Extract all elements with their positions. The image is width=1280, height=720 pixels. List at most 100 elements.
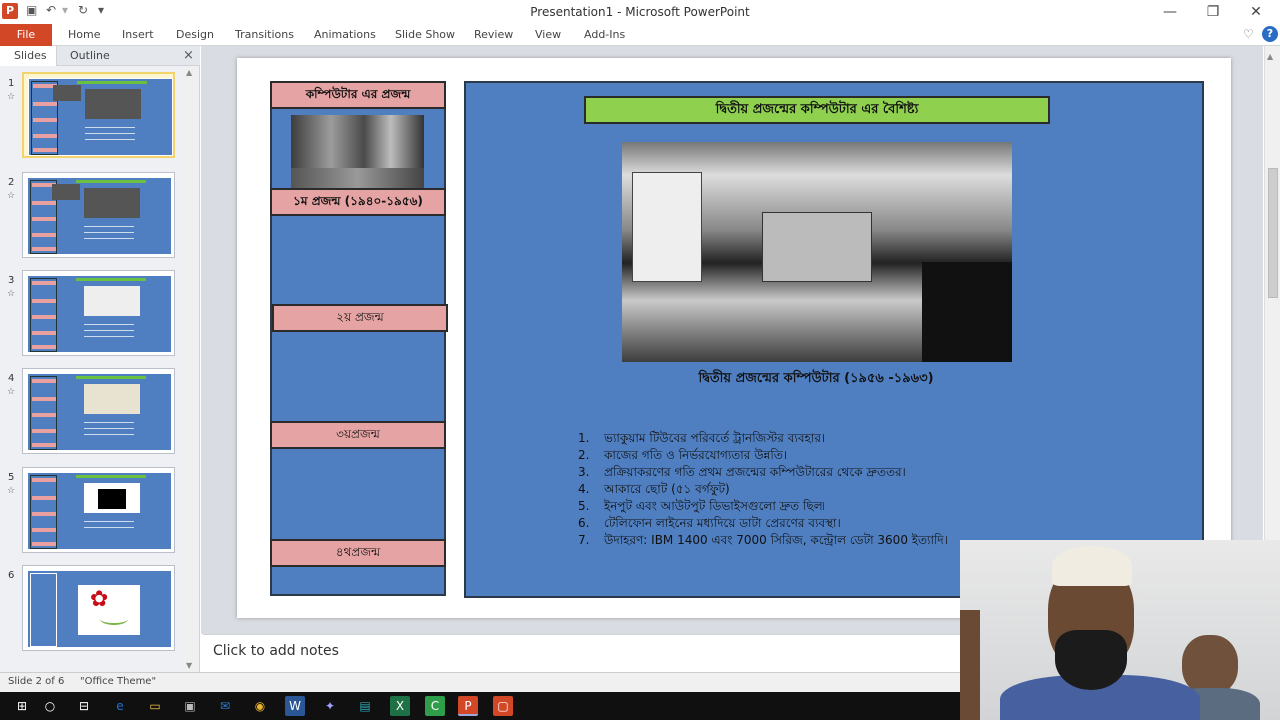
thumb-bar bbox=[76, 475, 146, 478]
second-generation-photo[interactable] bbox=[622, 142, 1012, 362]
slide-number: 4 bbox=[8, 373, 15, 384]
help-icon[interactable]: ? bbox=[1262, 26, 1278, 42]
start-icon[interactable]: ⊞ bbox=[12, 696, 32, 716]
animation-star-icon: ☆ bbox=[7, 289, 16, 299]
tab-view[interactable]: View bbox=[535, 28, 561, 41]
mail-icon[interactable]: ✉ bbox=[215, 696, 235, 716]
animation-star-icon: ☆ bbox=[7, 92, 16, 102]
restore-button[interactable]: ❐ bbox=[1193, 2, 1233, 22]
tab-design[interactable]: Design bbox=[176, 28, 214, 41]
minimize-ribbon-icon[interactable]: ♡ bbox=[1243, 27, 1254, 41]
slide-number: 3 bbox=[8, 275, 15, 286]
animation-star-icon: ☆ bbox=[7, 387, 16, 397]
minimize-button[interactable]: — bbox=[1150, 2, 1190, 22]
recorder-icon[interactable]: ▢ bbox=[493, 696, 513, 716]
thumb-content bbox=[27, 177, 172, 255]
second-generation-label[interactable]: ২য় প্রজন্ম bbox=[272, 304, 448, 332]
thumb-line bbox=[84, 336, 134, 337]
list-item: 6. টেলিফোন লাইনের মধ্যদিয়ে ডাটা প্রেরণের… bbox=[578, 516, 841, 530]
slide-number: 1 bbox=[8, 78, 15, 89]
paint-icon[interactable]: ✦ bbox=[320, 696, 340, 716]
slide-thumbnail-5[interactable] bbox=[22, 467, 175, 553]
slide-number: 6 bbox=[8, 570, 15, 581]
tab-transitions[interactable]: Transitions bbox=[235, 28, 294, 41]
thumb-content bbox=[28, 78, 173, 156]
notepad-icon[interactable]: ▤ bbox=[355, 696, 375, 716]
thumb-pic bbox=[84, 188, 140, 218]
tab-file[interactable]: File bbox=[0, 24, 52, 46]
powerpoint-taskbar-icon[interactable]: P bbox=[458, 696, 478, 716]
camtasia-icon[interactable]: C bbox=[425, 696, 445, 716]
edge-icon[interactable]: e bbox=[110, 696, 130, 716]
thumb-content bbox=[27, 275, 172, 353]
theme-name[interactable]: "Office Theme" bbox=[80, 676, 156, 687]
thumb-bar bbox=[76, 278, 146, 281]
list-item: 2. কাজের গতি ও নির্ভরযোগ্যতার উন্নতি। bbox=[578, 448, 788, 462]
thumb-column bbox=[30, 475, 57, 549]
close-button[interactable]: ✕ bbox=[1236, 2, 1276, 22]
feature-list[interactable]: 1. ভ্যাকুয়াম টিউবের পরিবর্তে ট্রানজিস্টর… bbox=[578, 430, 998, 549]
tab-outline[interactable]: Outline bbox=[70, 49, 110, 62]
window-title: Presentation1 - Microsoft PowerPoint bbox=[530, 5, 750, 19]
thumb-pic bbox=[84, 286, 140, 316]
thumb-pic bbox=[52, 184, 80, 200]
thumb-pic bbox=[84, 483, 140, 513]
tab-add-ins[interactable]: Add-Ins bbox=[584, 28, 625, 41]
slide-canvas[interactable]: কম্পিউটার এর প্রজন্ম ১ম প্রজন্ম (১৯৪০-১৯… bbox=[237, 58, 1231, 618]
list-item: 7. উদাহরণ: IBM 1400 এবং 7000 সিরিজ, কন্ট্… bbox=[578, 533, 948, 547]
tab-insert[interactable]: Insert bbox=[122, 28, 154, 41]
first-generation-photo[interactable] bbox=[291, 115, 424, 188]
thumb-bar bbox=[76, 180, 146, 183]
webcam-overlay bbox=[960, 540, 1280, 720]
fourth-generation-label[interactable]: ৪থপ্রজন্ম bbox=[270, 539, 446, 567]
tab-slide-show[interactable]: Slide Show bbox=[395, 28, 455, 41]
third-generation-label[interactable]: ৩য়প্রজন্ম bbox=[270, 421, 446, 449]
notes-placeholder: Click to add notes bbox=[213, 643, 339, 659]
thumb-bar bbox=[77, 81, 147, 84]
slide-thumbnail-6[interactable]: ✿ bbox=[22, 565, 175, 651]
thumb-line bbox=[85, 127, 135, 128]
list-item: 4. আকারে ছোট (৫১ বর্গফুট) bbox=[578, 482, 730, 496]
chrome-icon[interactable]: ◉ bbox=[250, 696, 270, 716]
thumb-column bbox=[30, 376, 57, 450]
thumb-content: ✿ bbox=[27, 570, 172, 648]
generations-title[interactable]: কম্পিউটার এর প্রজন্ম bbox=[270, 81, 446, 109]
ribbon-tabs: File Home Insert Design Transitions Anim… bbox=[0, 24, 1280, 46]
thumb-pic bbox=[84, 384, 140, 414]
slides-panel: Slides Outline × 1 ☆ 2 ☆ 3 ☆ 4 ☆ 5 ☆ 6 ✿… bbox=[0, 46, 200, 672]
file-explorer-icon[interactable]: ▭ bbox=[145, 696, 165, 716]
slide-number: 2 bbox=[8, 177, 15, 188]
thumb-line bbox=[85, 133, 135, 134]
thumb-line bbox=[84, 324, 134, 325]
slide-thumbnail-3[interactable] bbox=[22, 270, 175, 356]
photo-caption: দ্বিতীয় প্রজন্মের কম্পিউটার (১৯৫৬ -১৯৬৩… bbox=[698, 371, 934, 386]
slide-number: 5 bbox=[8, 472, 15, 483]
slide-thumbnail-4[interactable] bbox=[22, 368, 175, 454]
animation-star-icon: ☆ bbox=[7, 486, 16, 496]
store-icon[interactable]: ▣ bbox=[180, 696, 200, 716]
thumb-line bbox=[84, 527, 134, 528]
tab-animations[interactable]: Animations bbox=[314, 28, 376, 41]
tab-slides[interactable]: Slides bbox=[14, 49, 47, 62]
tab-home[interactable]: Home bbox=[68, 28, 100, 41]
title-bar: P ▣ ↶ ▾ ↻ ▾ Presentation1 - Microsoft Po… bbox=[0, 0, 1280, 24]
slide-indicator: Slide 2 of 6 bbox=[8, 676, 65, 687]
thumb-line bbox=[84, 428, 134, 429]
animation-star-icon: ☆ bbox=[7, 191, 16, 201]
thumb-line bbox=[84, 422, 134, 423]
second-generation-panel: দ্বিতীয় প্রজন্মের কম্পিউটার এর বৈশিষ্ট্… bbox=[464, 81, 1204, 598]
close-panel-icon[interactable]: × bbox=[183, 48, 194, 63]
panel-scrollbar[interactable]: ▲ ▼ bbox=[184, 66, 198, 672]
word-icon[interactable]: W bbox=[285, 696, 305, 716]
thumb-pic bbox=[85, 89, 141, 119]
thumb-line bbox=[84, 330, 134, 331]
thumb-line bbox=[84, 238, 134, 239]
task-view-icon[interactable]: ⊟ bbox=[74, 696, 94, 716]
search-icon[interactable]: ○ bbox=[40, 696, 60, 716]
excel-icon[interactable]: X bbox=[390, 696, 410, 716]
first-generation-label[interactable]: ১ম প্রজন্ম (১৯৪০-১৯৫৬) bbox=[270, 188, 446, 216]
panel-heading[interactable]: দ্বিতীয় প্রজন্মের কম্পিউটার এর বৈশিষ্ট্… bbox=[584, 96, 1050, 124]
tab-review[interactable]: Review bbox=[474, 28, 513, 41]
slide-thumbnail-2[interactable] bbox=[22, 172, 175, 258]
slide-thumbnail-1[interactable] bbox=[22, 72, 175, 158]
